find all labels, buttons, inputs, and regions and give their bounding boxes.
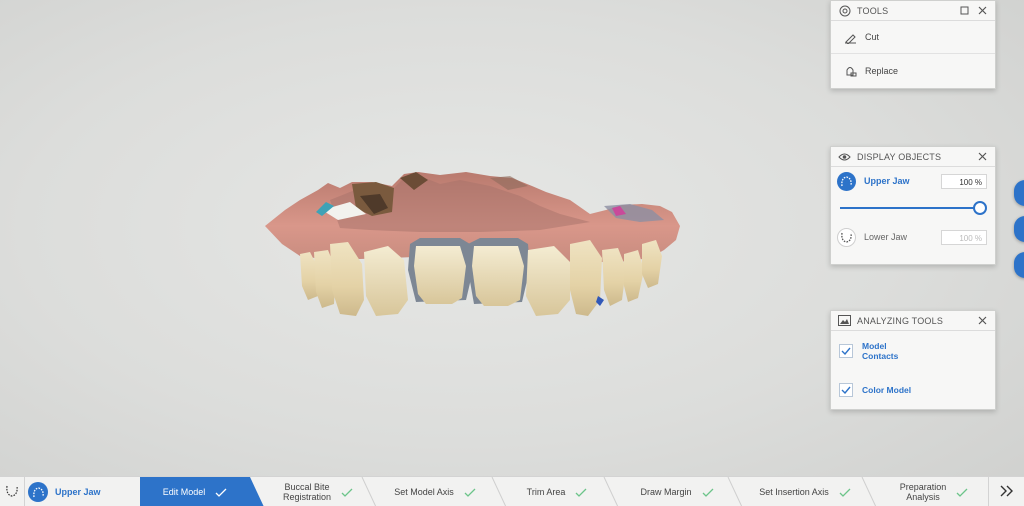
upper-jaw-opacity-field[interactable]: 100 % bbox=[941, 173, 987, 189]
model-contacts-line2: Contacts bbox=[862, 350, 899, 361]
step-set-insertion-axis-label: Set Insertion Axis bbox=[759, 487, 829, 497]
divider bbox=[988, 477, 989, 506]
check-icon bbox=[702, 488, 714, 497]
step-trim-area[interactable]: Trim Area bbox=[510, 477, 604, 506]
tools-panel-header: TOOLS bbox=[831, 1, 995, 21]
model-contacts-label: Model Contacts bbox=[862, 341, 898, 361]
workflow-bar: Upper Jaw Edit Model Buccal Bite Registr… bbox=[0, 476, 1024, 506]
jaw-selector-button[interactable] bbox=[0, 477, 24, 506]
display-objects-panel: DISPLAY OBJECTS Upper Jaw 100 % Lower Ja… bbox=[830, 146, 996, 265]
slider-knob[interactable] bbox=[973, 201, 987, 215]
close-icon[interactable] bbox=[976, 5, 988, 17]
color-model-checkbox-row[interactable]: Color Model bbox=[831, 370, 995, 409]
double-chevron-right-icon bbox=[1000, 485, 1014, 499]
check-icon bbox=[839, 488, 851, 497]
lower-jaw-icon bbox=[837, 227, 856, 247]
check-icon bbox=[575, 488, 587, 497]
divider bbox=[24, 477, 25, 506]
upper-jaw-tab[interactable]: Upper Jaw bbox=[28, 477, 101, 506]
close-icon[interactable] bbox=[976, 315, 988, 327]
step-preparation-analysis[interactable]: Preparation Analysis bbox=[884, 477, 984, 506]
upper-jaw-tab-label: Upper Jaw bbox=[55, 487, 101, 497]
step-edit-model[interactable]: Edit Model bbox=[140, 477, 250, 506]
model-contacts-line1: Model bbox=[862, 340, 887, 351]
display-objects-header: DISPLAY OBJECTS bbox=[831, 147, 995, 167]
tool-replace-button[interactable]: Replace bbox=[831, 54, 995, 87]
step-buccal-bite-line1: Buccal Bite bbox=[284, 482, 330, 492]
analyzing-tools-title: ANALYZING TOOLS bbox=[857, 315, 944, 326]
upper-jaw-icon bbox=[837, 171, 856, 191]
color-model-label: Color Model bbox=[862, 384, 912, 395]
tools-gear-icon bbox=[838, 4, 851, 17]
step-preparation-line1: Preparation bbox=[899, 482, 947, 492]
lower-jaw-object-row[interactable]: Lower Jaw 100 % bbox=[831, 223, 995, 251]
lower-jaw-opacity-field[interactable]: 100 % bbox=[941, 229, 987, 245]
check-icon bbox=[956, 488, 968, 497]
tools-panel-title: TOOLS bbox=[857, 5, 889, 16]
step-buccal-bite-registration[interactable]: Buccal Bite Registration bbox=[268, 477, 368, 506]
step-separator bbox=[491, 477, 507, 506]
step-preparation-line2: Analysis bbox=[906, 492, 940, 502]
model-contacts-checkbox-row[interactable]: Model Contacts bbox=[831, 331, 995, 370]
jaw-outline-icon bbox=[5, 485, 19, 499]
step-set-insertion-axis[interactable]: Set Insertion Axis bbox=[748, 477, 862, 506]
image-icon bbox=[838, 314, 851, 327]
step-preparation-analysis-label: Preparation Analysis bbox=[900, 482, 947, 502]
close-icon[interactable] bbox=[976, 151, 988, 163]
step-edit-model-label: Edit Model bbox=[162, 487, 206, 497]
minimize-icon[interactable] bbox=[958, 5, 970, 17]
step-buccal-bite-label: Buccal Bite Registration bbox=[283, 482, 331, 502]
step-set-model-axis-label: Set Model Axis bbox=[394, 487, 454, 497]
upper-jaw-object-row[interactable]: Upper Jaw 100 % bbox=[831, 167, 995, 195]
check-icon bbox=[341, 488, 353, 497]
upper-jaw-label: Upper Jaw bbox=[864, 176, 910, 186]
tool-cut-button[interactable]: Cut bbox=[831, 21, 995, 54]
cut-pen-icon bbox=[843, 30, 857, 44]
check-icon bbox=[464, 488, 476, 497]
upper-jaw-tab-icon bbox=[28, 482, 48, 502]
check-icon bbox=[215, 488, 227, 497]
tool-replace-label: Replace bbox=[865, 65, 899, 76]
model-contacts-checkbox[interactable] bbox=[839, 343, 853, 358]
next-step-button[interactable] bbox=[990, 477, 1024, 506]
upper-jaw-opacity-slider[interactable] bbox=[831, 195, 995, 223]
color-model-checkbox[interactable] bbox=[839, 382, 853, 397]
step-draw-margin[interactable]: Draw Margin bbox=[624, 477, 730, 506]
tool-cut-label: Cut bbox=[865, 32, 880, 42]
tools-panel: TOOLS Cut Replace bbox=[830, 0, 996, 89]
step-trim-area-label: Trim Area bbox=[526, 487, 566, 497]
analyzing-tools-header: ANALYZING TOOLS bbox=[831, 311, 995, 331]
step-separator bbox=[603, 477, 619, 506]
replace-icon bbox=[843, 64, 857, 78]
step-set-model-axis[interactable]: Set Model Axis bbox=[380, 477, 490, 506]
eye-icon bbox=[838, 150, 851, 163]
display-objects-title: DISPLAY OBJECTS bbox=[857, 151, 942, 162]
step-buccal-bite-line2: Registration bbox=[282, 492, 332, 502]
step-draw-margin-label: Draw Margin bbox=[640, 487, 692, 497]
step-separator bbox=[861, 477, 877, 506]
slider-fill bbox=[840, 207, 980, 209]
lower-jaw-label: Lower Jaw bbox=[864, 232, 908, 242]
analyzing-tools-panel: ANALYZING TOOLS Model Contacts Color Mod… bbox=[830, 310, 996, 410]
